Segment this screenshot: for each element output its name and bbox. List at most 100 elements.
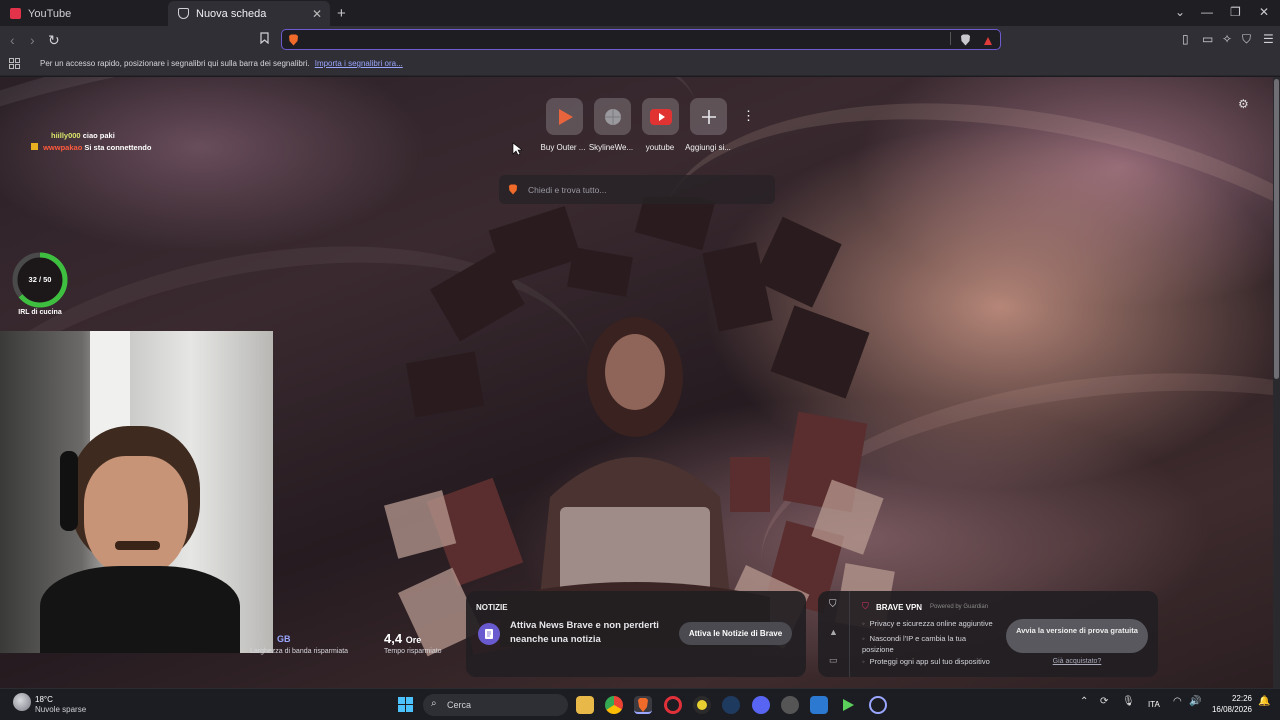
talk-tab-icon[interactable]: ▭ bbox=[829, 655, 838, 666]
obs-icon[interactable] bbox=[781, 696, 799, 714]
tab-search-chevron-icon[interactable]: ⌄ bbox=[1175, 5, 1185, 19]
menu-icon[interactable]: ☰ bbox=[1263, 32, 1274, 46]
toolbar: ‹ › ↻ ▯ ▭ ✧ ⛉ ☰ bbox=[0, 26, 1280, 54]
taskbar-search[interactable]: ⌕ Cerca bbox=[423, 694, 568, 716]
news-text: Attiva News Brave e non perderti neanche… bbox=[510, 620, 659, 645]
top-sites-more-icon[interactable]: ⋮ bbox=[742, 108, 755, 124]
app-icon[interactable] bbox=[693, 696, 711, 714]
top-site-tile-add[interactable] bbox=[690, 98, 727, 135]
chat-message: ciao paki bbox=[82, 131, 115, 140]
settings-gear-icon[interactable]: ⚙ bbox=[1238, 97, 1249, 111]
brave-shields-icon[interactable] bbox=[960, 33, 971, 51]
top-site-label: Aggiungi si... bbox=[685, 143, 731, 152]
file-explorer-icon[interactable] bbox=[576, 696, 594, 714]
close-window-icon[interactable]: ✕ bbox=[1259, 5, 1269, 19]
wallet-icon[interactable]: ▭ bbox=[1202, 32, 1213, 46]
forward-icon[interactable]: › bbox=[30, 32, 35, 48]
new-tab-page: ⋮ Buy Outer ... SkylineWe... youtube Agg… bbox=[0, 77, 1273, 688]
mail-icon[interactable] bbox=[810, 696, 828, 714]
bookmarks-bar: Per un accesso rapido, posizionare i seg… bbox=[0, 54, 1280, 76]
weather-desc[interactable]: Nuvole sparse bbox=[35, 705, 86, 714]
vpn-provider: Guardian bbox=[963, 604, 989, 610]
maximize-icon[interactable]: ❐ bbox=[1230, 5, 1241, 19]
import-bookmarks-link[interactable]: Importa i segnalibri ora... bbox=[315, 59, 403, 68]
new-tab-plus-icon[interactable]: + bbox=[337, 5, 346, 22]
news-icon bbox=[478, 623, 500, 645]
chat-line: wwwpakao Si sta connettendo bbox=[31, 143, 151, 152]
check-icon: ◦ bbox=[862, 634, 865, 643]
discord-icon[interactable] bbox=[752, 696, 770, 714]
reload-icon[interactable]: ↻ bbox=[48, 32, 60, 49]
top-site-tile-youtube[interactable] bbox=[642, 98, 679, 135]
leo-ai-icon[interactable]: ✧ bbox=[1222, 32, 1232, 46]
chrome-icon[interactable] bbox=[605, 696, 623, 714]
weather-cloud-icon[interactable] bbox=[13, 693, 31, 711]
steam-icon[interactable] bbox=[722, 696, 740, 714]
apps-grid-icon[interactable] bbox=[9, 58, 20, 71]
vpn-purchased-link[interactable]: Già acquistato? bbox=[1006, 658, 1148, 665]
tab-title: Nuova scheda bbox=[196, 7, 267, 20]
time-saved-value: 4,4 Ore bbox=[384, 631, 421, 646]
time-saved-label: Tempo risparmiato bbox=[384, 648, 442, 655]
weather-temp[interactable]: 18°C bbox=[35, 695, 53, 704]
microphone-icon[interactable]: 🎙 bbox=[1122, 696, 1135, 707]
search-icon: ⌕ bbox=[431, 698, 437, 709]
goal-count: 32 / 50 bbox=[28, 275, 52, 284]
taskbar-search-label: Cerca bbox=[447, 700, 472, 710]
brave-rewards-icon[interactable] bbox=[983, 33, 993, 51]
check-icon: ◦ bbox=[862, 657, 865, 666]
sync-icon[interactable]: ⟳ bbox=[1100, 696, 1108, 707]
rewards-tab-icon[interactable]: ▲ bbox=[829, 627, 838, 637]
tray-chevron-icon[interactable]: ⌃ bbox=[1080, 696, 1088, 707]
vpn-feature: ◦ Nascondi l'IP e cambia la tua posizione bbox=[862, 633, 982, 655]
top-site-tile-buy-outer[interactable] bbox=[546, 98, 583, 135]
wifi-icon[interactable]: ◠ bbox=[1173, 696, 1182, 707]
sidebar-icon[interactable]: ▯ bbox=[1182, 32, 1189, 46]
top-site-tile-skylineweb[interactable] bbox=[594, 98, 631, 135]
page-scrollbar[interactable] bbox=[1273, 77, 1280, 688]
volume-icon[interactable]: 🔊 bbox=[1189, 696, 1201, 707]
chat-badge-icon bbox=[31, 143, 38, 150]
search-placeholder: Chiedi e trova tutto... bbox=[528, 185, 607, 195]
chat-line: hiilly000 ciao paki bbox=[51, 131, 115, 140]
brave-taskbar-icon[interactable] bbox=[634, 696, 652, 714]
brave-search-icon bbox=[508, 184, 518, 197]
play-arrow-icon bbox=[558, 108, 573, 125]
vpn-feature: ◦ Privacy e sicurezza online aggiuntive bbox=[862, 619, 993, 628]
goal-label: IRL di cucina bbox=[18, 309, 62, 316]
vpn-tab-icon[interactable]: ⛉ bbox=[829, 599, 837, 610]
address-bar[interactable] bbox=[281, 29, 1001, 50]
tab-strip: YouTube Nuova scheda ✕ + ⌄ — ❐ ✕ bbox=[0, 0, 1280, 26]
chat-user: wwwpakao bbox=[43, 143, 83, 152]
bookmark-icon[interactable] bbox=[260, 32, 269, 47]
opera-icon[interactable] bbox=[664, 696, 682, 714]
windows-start-icon[interactable] bbox=[398, 697, 413, 717]
clock-time[interactable]: 22:26 bbox=[1208, 694, 1252, 703]
widget-side-nav: ⛉ ▲ ▭ bbox=[818, 591, 850, 677]
youtube-icon bbox=[649, 108, 672, 125]
minimize-icon[interactable]: — bbox=[1201, 5, 1213, 19]
vpn-shield-icon[interactable]: ⛉ bbox=[1242, 32, 1251, 47]
close-tab-icon[interactable]: ✕ bbox=[312, 7, 322, 21]
scrollbar-thumb[interactable] bbox=[1274, 79, 1279, 379]
bandwidth-unit: GB bbox=[277, 634, 291, 644]
notifications-icon[interactable]: 🔔 bbox=[1258, 696, 1270, 707]
person-shirt bbox=[40, 566, 240, 653]
bookmarks-message: Per un accesso rapido, posizionare i seg… bbox=[40, 59, 403, 68]
search-box[interactable]: Chiedi e trova tutto... bbox=[499, 175, 775, 204]
vpn-trial-button[interactable]: Avvia la versione di prova gratuita bbox=[1006, 619, 1148, 653]
vpn-title: BRAVE VPN bbox=[876, 603, 923, 612]
clock-date[interactable]: 16/08/2026 bbox=[1206, 705, 1252, 714]
news-card: NOTIZIE Attiva News Brave e non perderti… bbox=[466, 591, 806, 677]
tab-youtube[interactable]: YouTube bbox=[0, 1, 168, 26]
time-saved-number: 4,4 bbox=[384, 631, 403, 646]
bookmarks-hint-text: Per un accesso rapido, posizionare i seg… bbox=[40, 59, 310, 68]
app-icon[interactable] bbox=[869, 696, 887, 714]
enable-news-button[interactable]: Attiva le Notizie di Brave bbox=[679, 622, 792, 645]
tab-new-tab[interactable]: Nuova scheda ✕ bbox=[168, 1, 330, 26]
bandwidth-label: Larghezza di banda risparmiata bbox=[250, 648, 349, 655]
language-indicator[interactable]: ITA bbox=[1148, 700, 1160, 709]
back-icon[interactable]: ‹ bbox=[10, 32, 15, 48]
vpn-card: ⛉ ▲ ▭ ⛉ BRAVE VPN Powered by Guardian ◦ P… bbox=[818, 591, 1158, 677]
play-icon[interactable] bbox=[839, 696, 857, 714]
